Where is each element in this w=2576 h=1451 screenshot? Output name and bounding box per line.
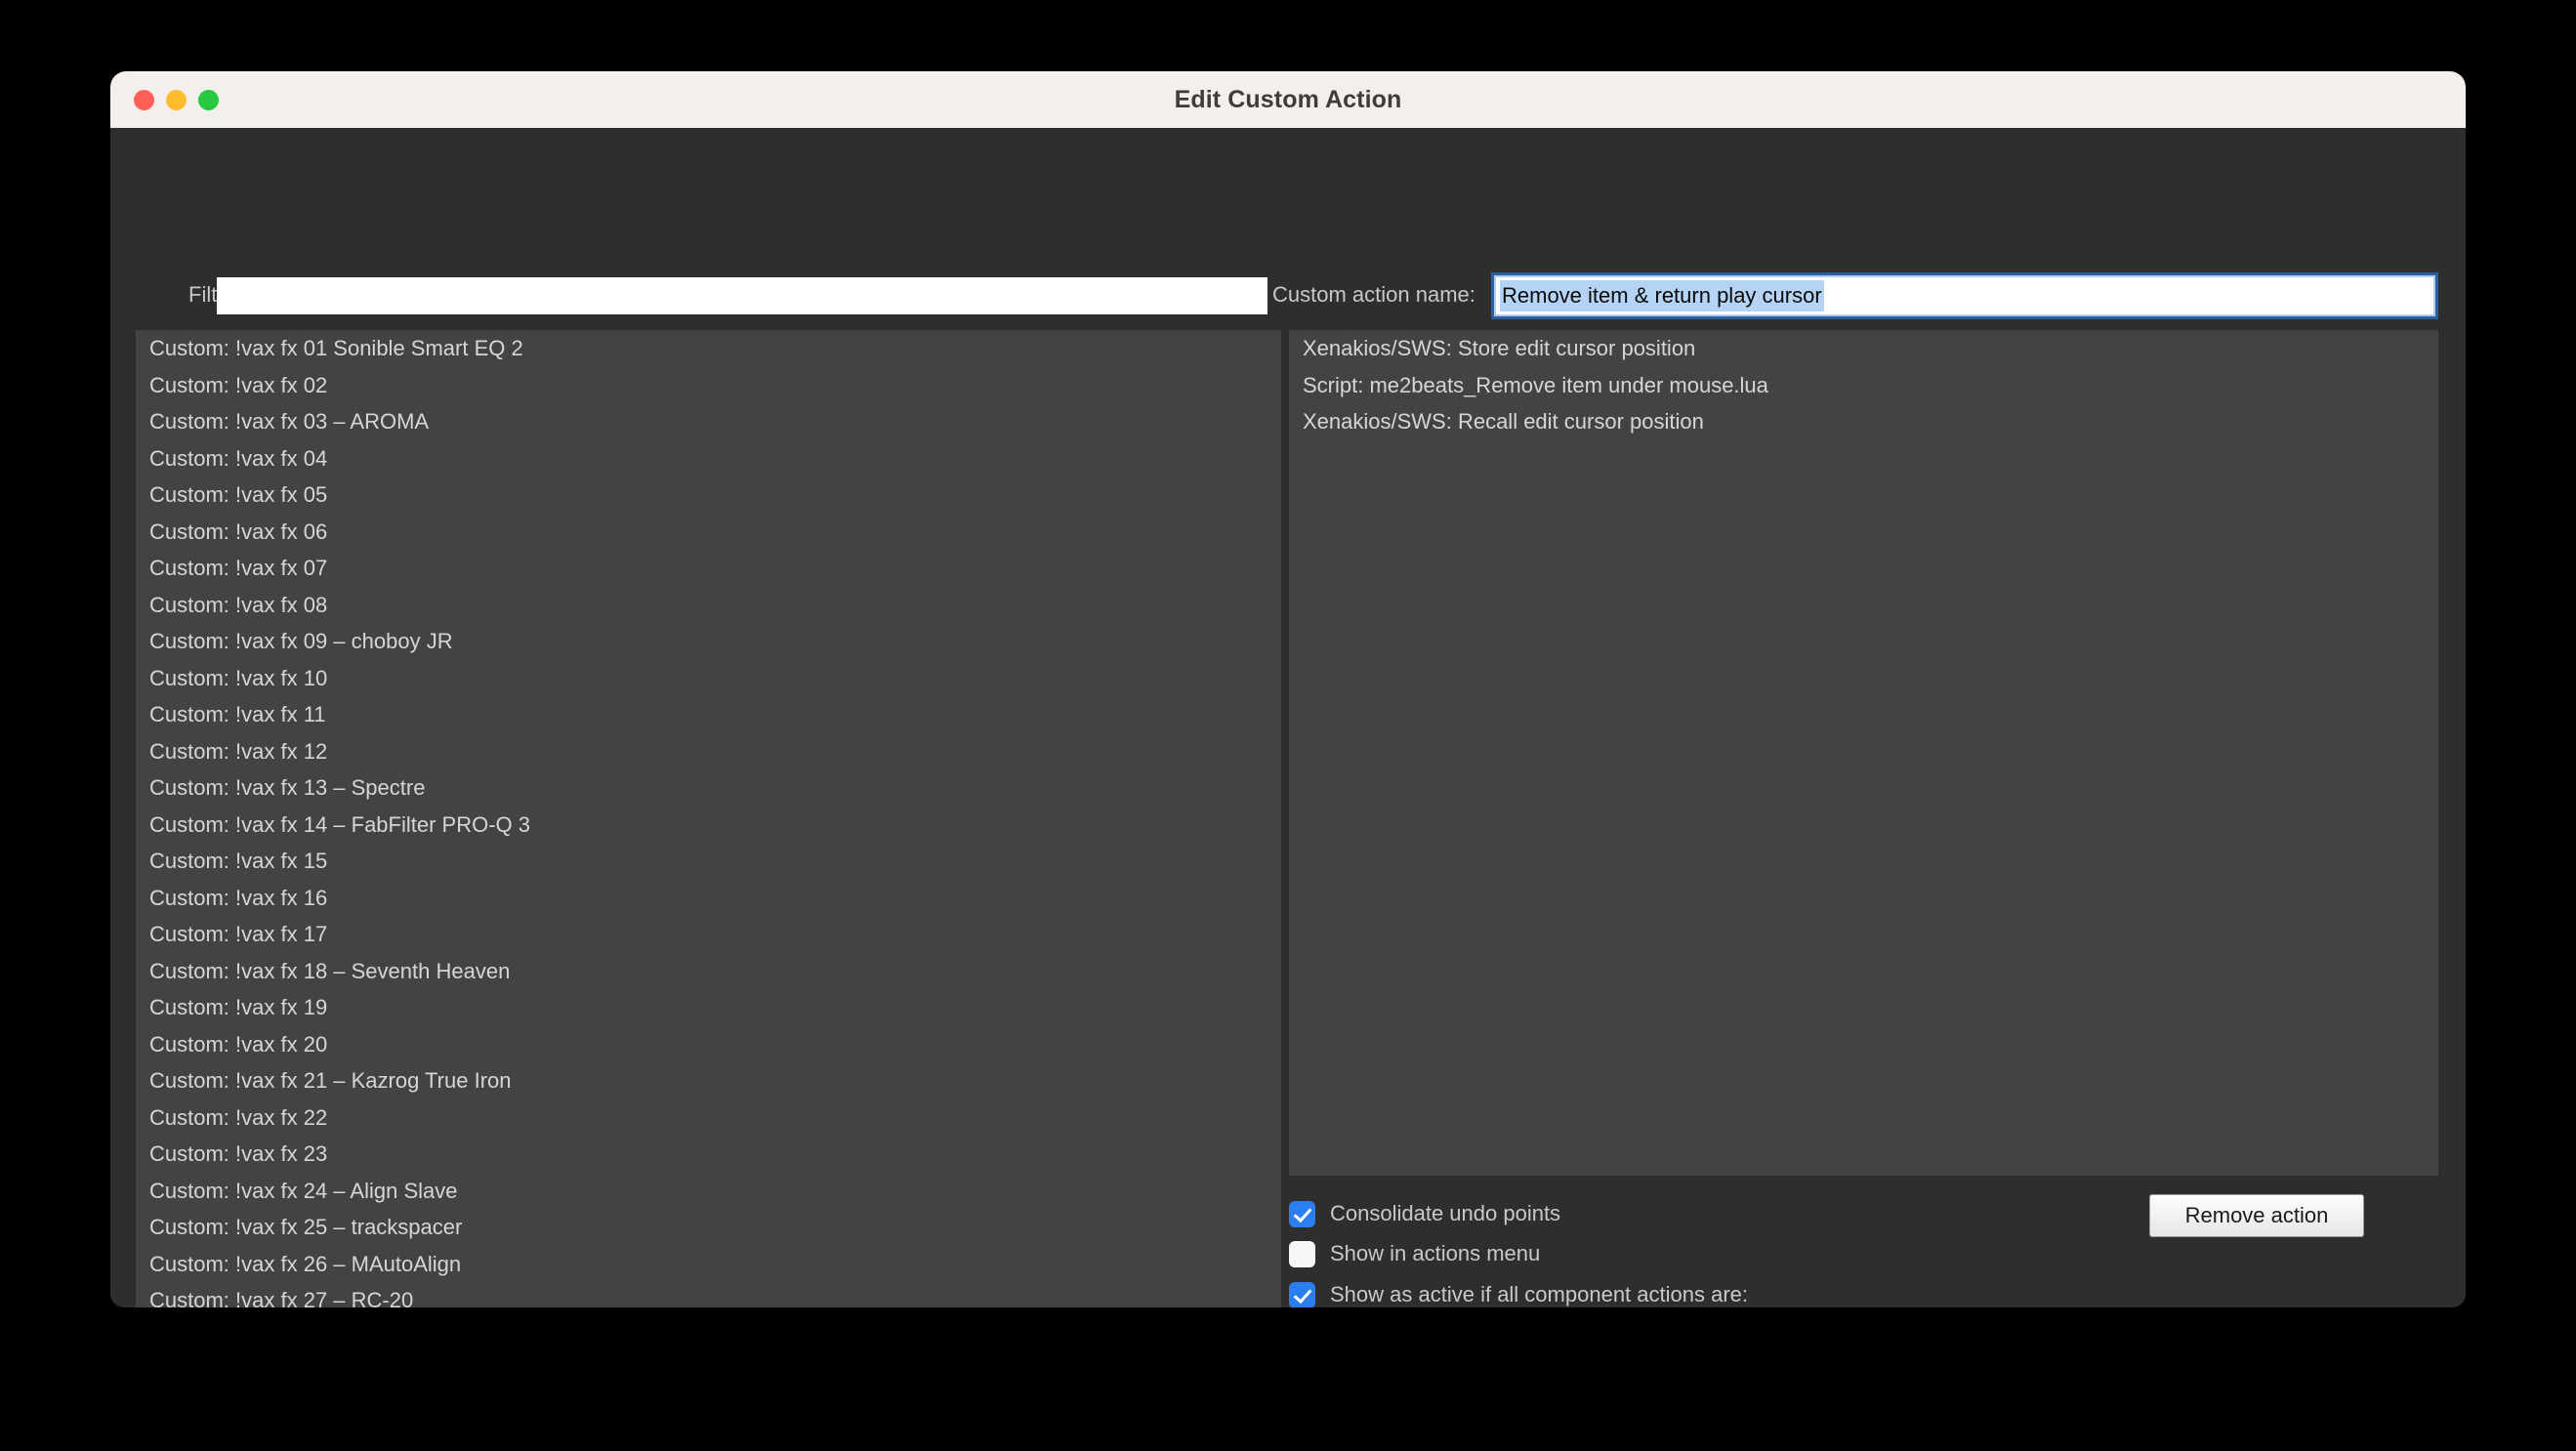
- show-in-actions-menu-checkbox[interactable]: [1289, 1240, 1315, 1267]
- window-title: Edit Custom Action: [1174, 86, 1402, 113]
- available-action-item[interactable]: Custom: !vax fx 14 – FabFilter PRO-Q 3: [136, 807, 1281, 844]
- available-action-item[interactable]: Custom: !vax fx 10: [136, 660, 1281, 697]
- available-action-item[interactable]: Custom: !vax fx 06: [136, 514, 1281, 551]
- consolidate-undo-points-row[interactable]: Consolidate undo points: [1289, 1199, 1560, 1228]
- dialog-body: Filter: Custom action name: Remove item …: [110, 128, 2466, 1307]
- show-as-active-row[interactable]: Show as active if all component actions …: [1289, 1280, 1748, 1307]
- selected-action-item[interactable]: Xenakios/SWS: Recall edit cursor positio…: [1289, 403, 2438, 440]
- edit-custom-action-dialog: Edit Custom Action Filter: Custom action…: [110, 71, 2466, 1307]
- available-action-item[interactable]: Custom: !vax fx 09 – choboy JR: [136, 623, 1281, 660]
- filter-input[interactable]: [217, 277, 1267, 314]
- available-action-item[interactable]: Custom: !vax fx 17: [136, 916, 1281, 953]
- screen: Edit Custom Action Filter: Custom action…: [0, 0, 2576, 1451]
- available-action-item[interactable]: Custom: !vax fx 25 – trackspacer: [136, 1209, 1281, 1246]
- available-action-item[interactable]: Custom: !vax fx 18 – Seventh Heaven: [136, 953, 1281, 990]
- available-action-item[interactable]: Custom: !vax fx 13 – Spectre: [136, 769, 1281, 807]
- available-action-item[interactable]: Custom: !vax fx 22: [136, 1099, 1281, 1137]
- consolidate-undo-points-checkbox[interactable]: [1289, 1200, 1315, 1227]
- available-action-item[interactable]: Custom: !vax fx 02: [136, 367, 1281, 404]
- selected-action-item[interactable]: Xenakios/SWS: Store edit cursor position: [1289, 330, 2438, 367]
- consolidate-undo-points-label: Consolidate undo points: [1330, 1201, 1561, 1225]
- remove-action-button[interactable]: Remove action: [2149, 1194, 2364, 1237]
- selected-action-item[interactable]: Script: me2beats_Remove item under mouse…: [1289, 367, 2438, 404]
- available-action-item[interactable]: Custom: !vax fx 08: [136, 587, 1281, 624]
- available-action-item[interactable]: Custom: !vax fx 21 – Kazrog True Iron: [136, 1062, 1281, 1099]
- custom-action-name-field[interactable]: Remove item & return play cursor: [1491, 272, 2438, 319]
- available-action-item[interactable]: Custom: !vax fx 23: [136, 1136, 1281, 1173]
- show-in-actions-menu-row[interactable]: Show in actions menu: [1289, 1239, 1540, 1268]
- available-action-item[interactable]: Custom: !vax fx 15: [136, 843, 1281, 880]
- available-action-item[interactable]: Custom: !vax fx 12: [136, 733, 1281, 770]
- window-titlebar: Edit Custom Action: [110, 71, 2466, 128]
- available-actions-list[interactable]: Custom: !vax fx 01 Sonible Smart EQ 2 Cus…: [136, 330, 1281, 1307]
- selected-actions-list[interactable]: Xenakios/SWS: Store edit cursor position…: [1289, 330, 2438, 1176]
- available-action-item[interactable]: Custom: !vax fx 26 – MAutoAlign: [136, 1246, 1281, 1283]
- available-action-item[interactable]: Custom: !vax fx 07: [136, 550, 1281, 587]
- available-action-item[interactable]: Custom: !vax fx 01 Sonible Smart EQ 2: [136, 330, 1281, 367]
- available-action-item[interactable]: Custom: !vax fx 04: [136, 440, 1281, 477]
- available-action-item[interactable]: Custom: !vax fx 11: [136, 696, 1281, 733]
- available-action-item[interactable]: Custom: !vax fx 19: [136, 989, 1281, 1026]
- available-action-item[interactable]: Custom: !vax fx 16: [136, 880, 1281, 917]
- available-action-item[interactable]: Custom: !vax fx 24 – Align Slave: [136, 1173, 1281, 1210]
- available-action-item[interactable]: Custom: !vax fx 05: [136, 477, 1281, 514]
- custom-action-name-value: Remove item & return play cursor: [1500, 280, 1824, 311]
- show-in-actions-menu-label: Show in actions menu: [1330, 1241, 1541, 1265]
- available-action-item[interactable]: Custom: !vax fx 20: [136, 1026, 1281, 1063]
- custom-action-name-label: Custom action name:: [1272, 282, 1475, 307]
- available-action-item[interactable]: Custom: !vax fx 27 – RC-20: [136, 1282, 1281, 1307]
- available-action-item[interactable]: Custom: !vax fx 03 – AROMA: [136, 403, 1281, 440]
- show-as-active-checkbox[interactable]: [1289, 1281, 1315, 1307]
- show-as-active-label: Show as active if all component actions …: [1330, 1282, 1749, 1306]
